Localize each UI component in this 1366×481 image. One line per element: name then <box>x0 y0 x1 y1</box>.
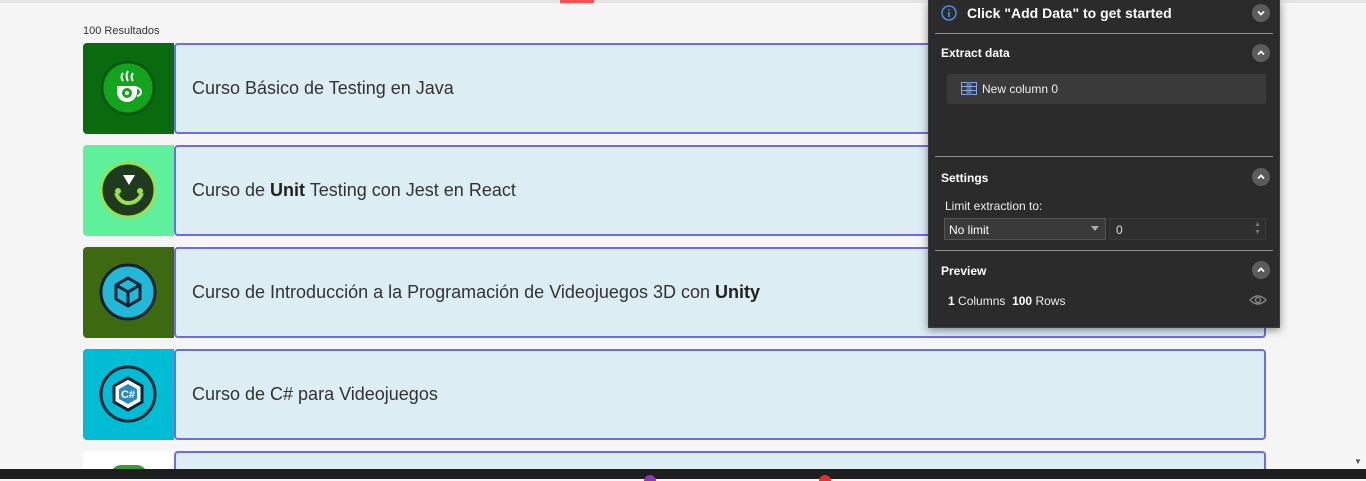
course-thumbnail[interactable]: C# <box>83 349 174 440</box>
course-title[interactable]: Curso de Introducción a la Programación … <box>192 249 760 336</box>
number-spinner-icon[interactable]: ▲ ▼ <box>1254 221 1261 237</box>
csharp-icon: C# <box>99 365 157 423</box>
column-item[interactable]: New column 0 <box>947 74 1266 104</box>
collapse-preview-button[interactable] <box>1252 261 1270 279</box>
chevron-up-icon <box>1257 267 1265 273</box>
course-thumbnail[interactable] <box>83 247 174 338</box>
chevron-down-icon <box>1257 10 1265 16</box>
scroll-down-icon[interactable]: ▼ <box>1354 457 1362 466</box>
limit-select-value: No limit <box>949 223 990 237</box>
java-cup-gear-icon <box>100 60 156 116</box>
rows-label: Rows <box>1035 294 1066 308</box>
results-count: 100 Resultados <box>83 25 160 37</box>
preview-stats: 1 Columns 100 Rows <box>948 294 1065 308</box>
divider <box>935 250 1273 251</box>
settings-title: Settings <box>941 171 989 185</box>
limit-extraction-label: Limit extraction to: <box>945 199 1043 213</box>
taskbar <box>0 469 1366 481</box>
data-extractor-panel: Click "Add Data" to get started Extract … <box>928 0 1280 328</box>
course-title[interactable]: Curso de Unit Testing con Jest en React <box>192 147 516 234</box>
collapse-extract-button[interactable] <box>1252 44 1270 62</box>
course-card[interactable] <box>174 451 1266 469</box>
course-thumbnail[interactable] <box>83 43 174 134</box>
course-thumbnail[interactable] <box>83 145 174 236</box>
divider <box>935 33 1273 34</box>
rows-count: 100 <box>1012 294 1033 308</box>
chevron-up-icon <box>1257 174 1265 180</box>
jest-icon <box>99 161 157 219</box>
course-title[interactable]: Curso Básico de Testing en Java <box>192 45 454 132</box>
chevron-up-icon <box>1257 50 1265 56</box>
course-card[interactable]: Curso de C# para Videojuegos <box>174 349 1266 440</box>
column-label: New column 0 <box>982 82 1059 96</box>
limit-number-value: 0 <box>1116 223 1123 237</box>
limit-number-input[interactable]: 0 ▲ ▼ <box>1109 218 1266 240</box>
taskbar-app-icon[interactable] <box>819 475 831 481</box>
dropdown-arrow-icon <box>1091 226 1099 231</box>
extract-data-title: Extract data <box>941 46 1010 60</box>
panel-header-title: Click "Add Data" to get started <box>967 5 1172 21</box>
columns-count: 1 <box>948 294 955 308</box>
active-tab-indicator <box>560 0 594 3</box>
collapse-panel-button[interactable] <box>1252 4 1270 22</box>
taskbar-app-icon[interactable] <box>644 475 656 481</box>
course-item[interactable]: C# Curso de C# para Videojuegos <box>83 349 1266 440</box>
table-column-icon <box>961 82 977 95</box>
unity-icon <box>99 263 157 321</box>
info-icon <box>941 5 957 21</box>
eye-icon[interactable] <box>1249 293 1267 307</box>
course-item[interactable] <box>83 451 1266 469</box>
collapse-settings-button[interactable] <box>1252 168 1270 186</box>
course-thumbnail[interactable] <box>83 451 174 469</box>
limit-select[interactable]: No limit <box>944 218 1106 240</box>
course-title[interactable]: Curso de C# para Videojuegos <box>192 351 438 438</box>
columns-label: Columns <box>958 294 1006 308</box>
preview-title: Preview <box>941 264 987 278</box>
svg-text:C#: C# <box>121 389 135 401</box>
divider <box>935 156 1273 157</box>
